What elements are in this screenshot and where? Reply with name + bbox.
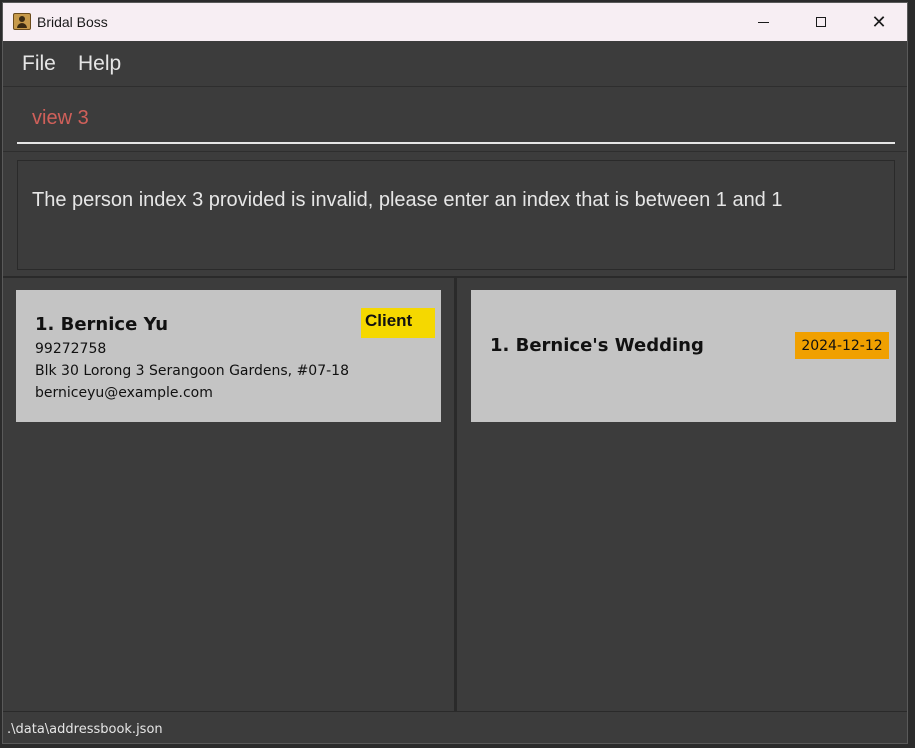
save-file-path: .\data\addressbook.json xyxy=(7,722,163,737)
wedding-date-badge: 2024-12-12 xyxy=(795,332,889,359)
minimize-button[interactable] xyxy=(734,3,792,41)
close-button[interactable]: ✕ xyxy=(850,3,907,41)
wedding-list-panel[interactable]: 1. Bernice's Wedding 2024-12-12 xyxy=(457,278,907,711)
minimize-icon xyxy=(757,21,769,23)
person-phone: 99272758 xyxy=(35,341,107,357)
person-list-panel[interactable]: 1. Bernice Yu Client 99272758 Blk 30 Lor… xyxy=(3,278,454,711)
menu-help[interactable]: Help xyxy=(78,52,121,76)
menu-file[interactable]: File xyxy=(22,52,56,76)
window-title: Bridal Boss xyxy=(37,14,108,30)
menu-bar: File Help xyxy=(3,41,907,87)
person-tag-badge: Client xyxy=(361,308,435,338)
title-bar: Bridal Boss ✕ xyxy=(3,3,907,41)
command-area: view 3 xyxy=(3,87,907,152)
close-icon: ✕ xyxy=(871,11,887,32)
wedding-card[interactable]: 1. Bernice's Wedding 2024-12-12 xyxy=(471,290,896,422)
maximize-icon xyxy=(816,17,826,27)
wedding-name: 1. Bernice's Wedding xyxy=(490,335,704,356)
person-card[interactable]: 1. Bernice Yu Client 99272758 Blk 30 Lor… xyxy=(16,290,441,422)
result-display-area: The person index 3 provided is invalid, … xyxy=(3,152,907,276)
address-book-icon xyxy=(13,13,31,30)
status-bar: .\data\addressbook.json xyxy=(3,711,907,743)
person-name: 1. Bernice Yu xyxy=(35,314,169,335)
app-window: Bridal Boss ✕ File Help view 3 The perso… xyxy=(2,2,908,744)
command-input-value: view 3 xyxy=(32,107,89,129)
maximize-button[interactable] xyxy=(792,3,850,41)
person-email: berniceyu@example.com xyxy=(35,385,213,401)
person-address: Blk 30 Lorong 3 Serangoon Gardens, #07-1… xyxy=(35,363,349,379)
result-display[interactable]: The person index 3 provided is invalid, … xyxy=(17,160,895,270)
result-message: The person index 3 provided is invalid, … xyxy=(32,189,783,211)
command-input[interactable]: view 3 xyxy=(17,87,895,144)
